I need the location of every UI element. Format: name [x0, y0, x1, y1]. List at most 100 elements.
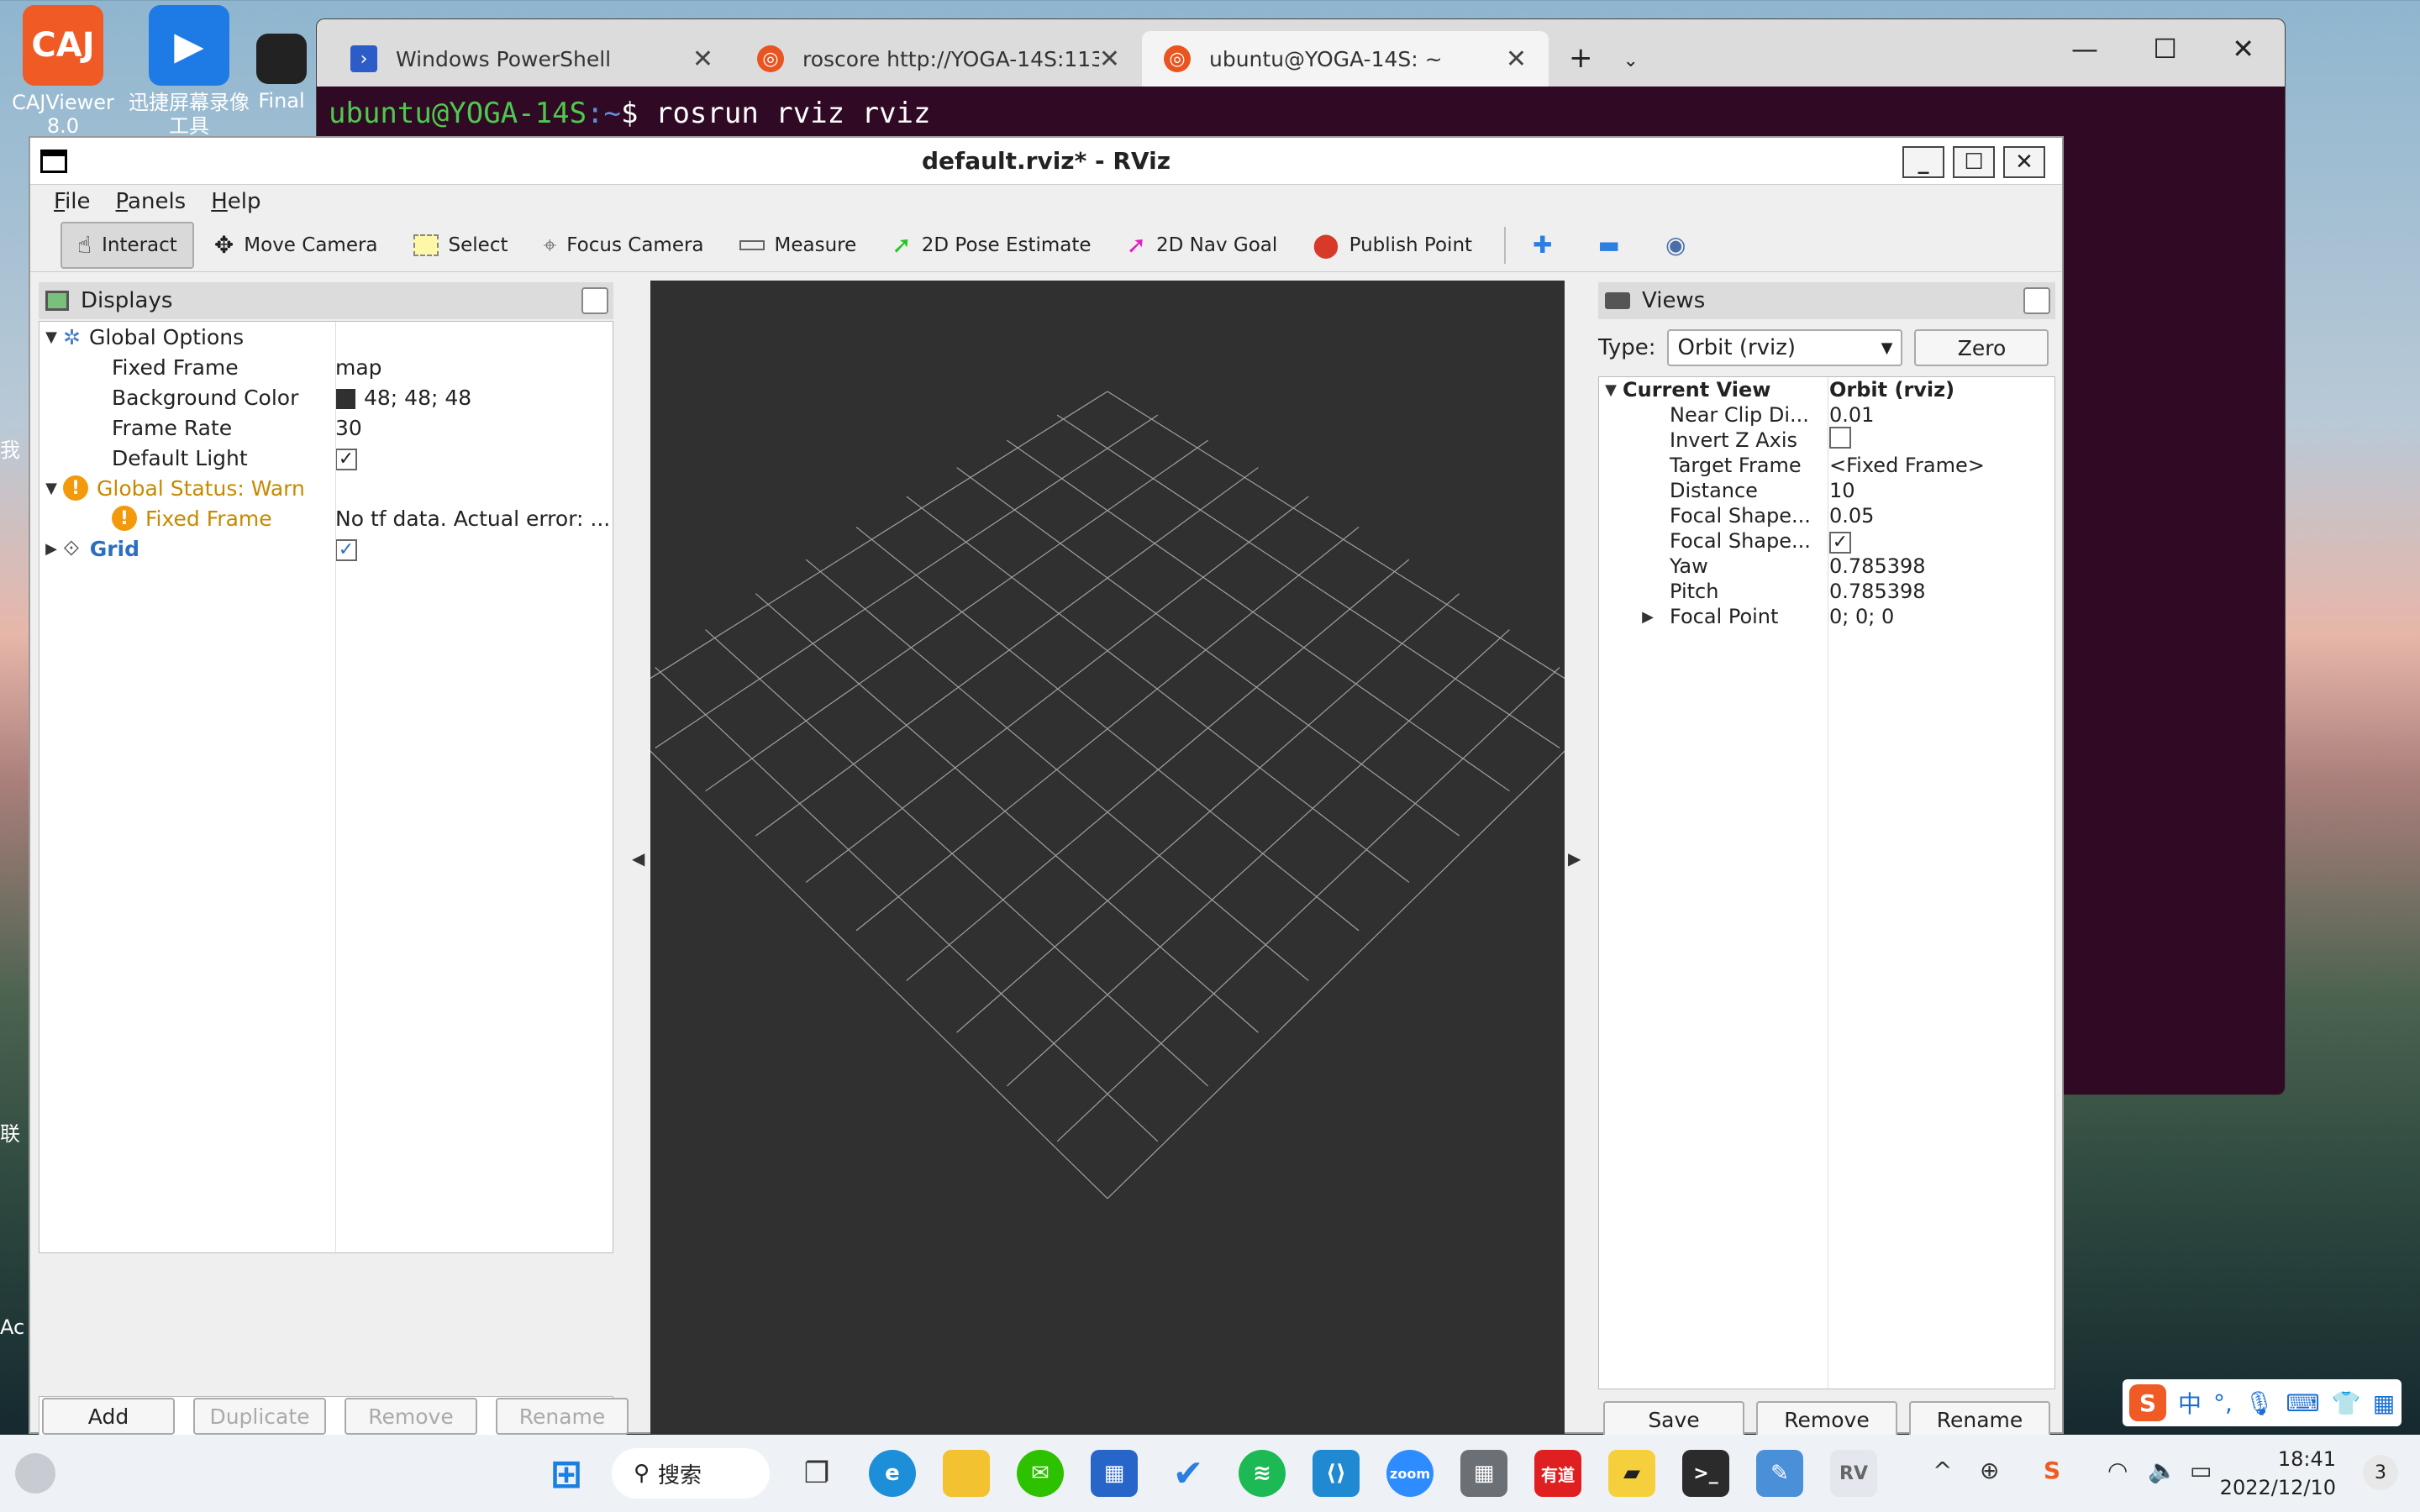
undock-checkbox[interactable]	[581, 287, 608, 314]
tree-row-focal-shape-fixed[interactable]: Focal Shape... ✓	[1599, 528, 2054, 554]
tree-row-near-clip[interactable]: Near Clip Di... 0.01	[1599, 402, 2054, 428]
todo-icon[interactable]: ✔	[1165, 1450, 1212, 1497]
close-icon[interactable]: ✕	[1506, 45, 1527, 74]
tree-row-distance[interactable]: Distance 10	[1599, 478, 2054, 503]
distance-value[interactable]: 10	[1824, 479, 2054, 502]
tree-row-status-fixed-frame[interactable]: ! Fixed Frame No tf data. Actual error: .…	[39, 503, 613, 533]
maximize-button[interactable]: ☐	[1953, 146, 1995, 178]
desktop-icon-cajviewer[interactable]: CAJ CAJViewer 8.0	[0, 5, 126, 138]
tool-2d-pose-estimate[interactable]: ➚ 2D Pose Estimate	[876, 222, 1106, 269]
tree-row-invert-z[interactable]: Invert Z Axis	[1599, 427, 2054, 453]
tool-focus-camera[interactable]: ⌖ Focus Camera	[529, 222, 719, 269]
task-view-icon[interactable]: ❐	[793, 1450, 840, 1497]
zero-button[interactable]: Zero	[1914, 329, 2049, 366]
weather-icon[interactable]	[15, 1453, 55, 1494]
clock[interactable]: 18:41 2022/12/10	[2220, 1445, 2336, 1502]
tool-2d-nav-goal[interactable]: ➚ 2D Nav Goal	[1112, 222, 1293, 269]
desktop-icon-final[interactable]: Final	[244, 34, 319, 113]
chevron-up-icon[interactable]: ^	[1933, 1457, 1952, 1484]
grid-menu-icon[interactable]: ▦	[2373, 1389, 2395, 1417]
sogou-tray-icon[interactable]: S	[2044, 1457, 2060, 1484]
collapse-arrow-icon[interactable]: ▶	[39, 540, 63, 558]
undock-checkbox[interactable]	[2023, 287, 2050, 314]
close-window-icon[interactable]: ✕	[2232, 33, 2254, 65]
duplicate-button[interactable]: Duplicate	[193, 1398, 326, 1435]
close-icon[interactable]: ✕	[1099, 45, 1120, 74]
close-icon[interactable]: ✕	[692, 45, 713, 74]
tree-row-grid[interactable]: ▶ ⟐ Grid ✓	[39, 533, 613, 564]
tool-publish-point[interactable]: ⬤ Publish Point	[1297, 222, 1487, 269]
collapse-arrow-icon[interactable]: ▶	[1636, 608, 1660, 626]
add-tool-button[interactable]: ✚	[1518, 222, 1577, 269]
terminal-tab-powershell[interactable]: › Windows PowerShell ✕	[329, 31, 735, 87]
minimize-button[interactable]: _	[1902, 146, 1944, 178]
tree-row-focal-shape-size[interactable]: Focal Shape... 0.05	[1599, 503, 2054, 528]
ime-punctuation[interactable]: °,	[2213, 1389, 2233, 1417]
tree-row-default-light[interactable]: Default Light ✓	[39, 443, 613, 473]
focal-point-value[interactable]: 0; 0; 0	[1824, 605, 2054, 628]
fixed-frame-value[interactable]: map	[330, 355, 613, 380]
file-explorer-icon[interactable]	[943, 1450, 990, 1497]
terminal-command-line[interactable]: ubuntu@YOGA-14S:~$ rosrun rviz rviz	[329, 97, 930, 130]
tool-measure[interactable]: Measure	[724, 222, 872, 269]
terminal-tab-roscore[interactable]: ◎ roscore http://YOGA-14S:11311/ ✕	[735, 31, 1142, 87]
new-tab-icon[interactable]: +	[1569, 41, 1593, 75]
expand-arrow-icon[interactable]: ▼	[39, 480, 63, 497]
keyboard-icon[interactable]: ⌨	[2286, 1389, 2319, 1417]
invert-z-checkbox[interactable]	[1829, 427, 1851, 449]
remove-view-button[interactable]: Remove	[1756, 1401, 1897, 1438]
youdao-icon[interactable]: 有道	[1534, 1450, 1581, 1497]
rviz-taskbar-icon[interactable]: RV	[1830, 1450, 1877, 1497]
tree-row-global-status[interactable]: ▼! Global Status: Warn	[39, 473, 613, 503]
near-clip-value[interactable]: 0.01	[1824, 403, 2054, 427]
pitch-value[interactable]: 0.785398	[1824, 580, 2054, 603]
focal-shape-size-value[interactable]: 0.05	[1824, 504, 2054, 528]
calculator-icon[interactable]: ▦	[1460, 1450, 1507, 1497]
save-button[interactable]: Save	[1603, 1401, 1744, 1438]
right-splitter-arrow-icon[interactable]: ▶	[1568, 848, 1581, 869]
rename-button[interactable]: Rename	[496, 1398, 629, 1435]
left-splitter-arrow-icon[interactable]: ◀	[632, 848, 644, 869]
edge-icon[interactable]: e	[869, 1450, 916, 1497]
battery-icon[interactable]: ▭	[2190, 1457, 2212, 1484]
render-viewport[interactable]	[650, 281, 1565, 1436]
tree-row-current-view[interactable]: ▼ Current View Orbit (rviz)	[1599, 377, 2054, 402]
microphone-icon[interactable]: 🎙	[2244, 1389, 2275, 1417]
store-icon[interactable]: ▦	[1091, 1450, 1138, 1497]
tree-row-yaw[interactable]: Yaw 0.785398	[1599, 554, 2054, 579]
menu-panels[interactable]: Panels	[116, 189, 187, 214]
maximize-icon[interactable]: ☐	[2153, 33, 2177, 65]
grid-checkbox[interactable]: ✓	[335, 539, 357, 561]
minimize-icon[interactable]: —	[2071, 33, 2098, 65]
frame-rate-value[interactable]: 30	[330, 416, 613, 440]
tree-row-background-color[interactable]: Background Color 48; 48; 48	[39, 382, 613, 412]
ime-tray-icon[interactable]: ⊕	[1980, 1457, 1999, 1484]
default-light-checkbox[interactable]: ✓	[335, 449, 357, 470]
terminal-icon[interactable]: >_	[1682, 1450, 1729, 1497]
wifi-icon[interactable]: ◠	[2107, 1457, 2128, 1484]
chevron-down-icon[interactable]: ⌄	[1623, 50, 1639, 71]
volume-icon[interactable]: 🔈	[2148, 1457, 2177, 1484]
tool-select[interactable]: Select	[398, 222, 523, 269]
expand-arrow-icon[interactable]: ▼	[1599, 381, 1623, 399]
add-button[interactable]: Add	[42, 1398, 175, 1435]
menu-help[interactable]: Help	[211, 189, 260, 214]
target-frame-value[interactable]: <Fixed Frame>	[1824, 454, 2054, 477]
ime-mode[interactable]: 中	[2178, 1386, 2202, 1420]
rviz-title-bar[interactable]: default.rviz* - RViz _ ☐ ✕	[30, 138, 2062, 185]
tool-properties-button[interactable]: ◉	[1650, 222, 1711, 269]
tree-row-focal-point[interactable]: ▶ Focal Point 0; 0; 0	[1599, 604, 2054, 629]
expand-arrow-icon[interactable]: ▼	[39, 328, 63, 346]
tree-row-target-frame[interactable]: Target Frame <Fixed Frame>	[1599, 453, 2054, 478]
start-icon[interactable]: ⊞	[543, 1450, 590, 1497]
ime-toolbar[interactable]: S 中 °, 🎙 ⌨ 👕 ▦	[2123, 1379, 2402, 1426]
tool-move-camera[interactable]: ✥ Move Camera	[199, 222, 393, 269]
tree-row-pitch[interactable]: Pitch 0.785398	[1599, 579, 2054, 604]
tree-row-frame-rate[interactable]: Frame Rate 30	[39, 412, 613, 443]
close-button[interactable]: ✕	[2003, 146, 2045, 178]
focal-shape-checkbox[interactable]: ✓	[1829, 531, 1851, 554]
desktop-icon-screen-recorder[interactable]: ▶ 迅捷屏幕录像 工具	[126, 5, 252, 138]
menu-file[interactable]: File	[54, 189, 91, 214]
remove-tool-button[interactable]: ▬	[1583, 222, 1645, 269]
remove-button[interactable]: Remove	[345, 1398, 477, 1435]
